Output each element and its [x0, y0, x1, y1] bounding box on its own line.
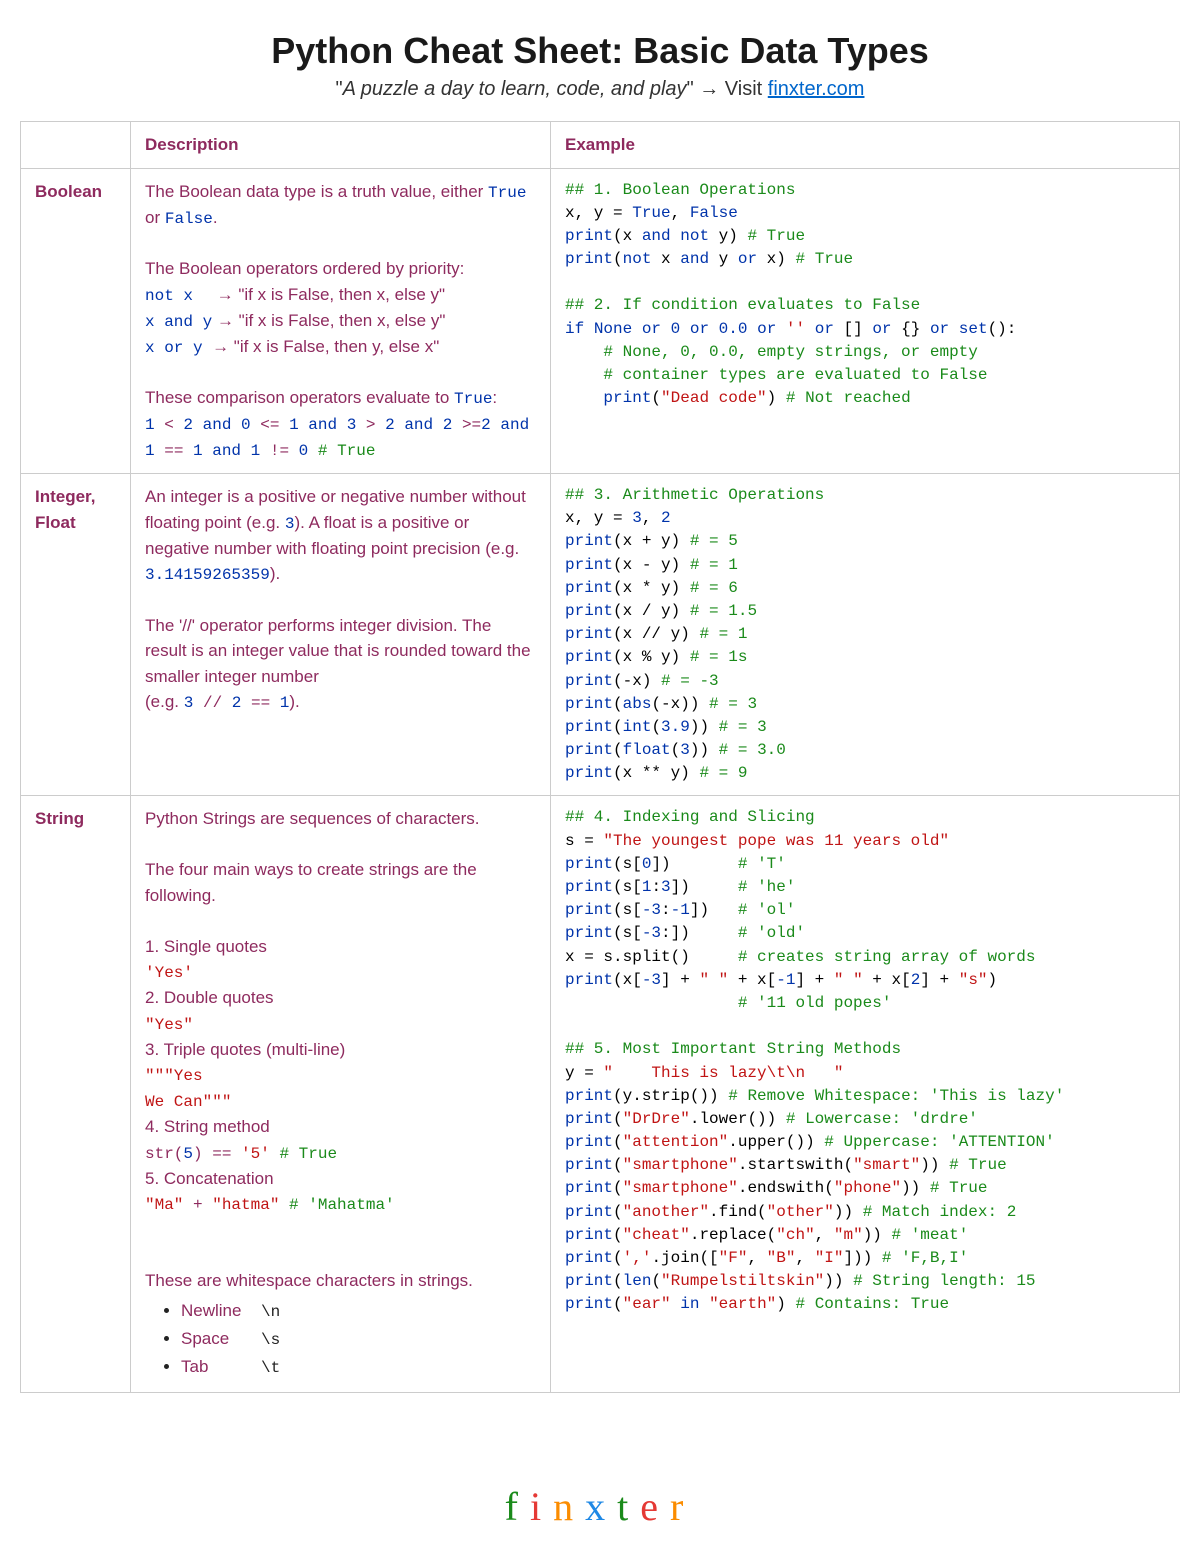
cheatsheet-table: Description Example Boolean The Boolean … [20, 121, 1180, 1393]
subtitle: "A puzzle a day to learn, code, and play… [20, 78, 1180, 101]
table-row: Boolean The Boolean data type is a truth… [21, 168, 1180, 474]
finxter-link[interactable]: finxter.com [768, 78, 865, 100]
code-block: ## 3. Arithmetic Operations x, y = 3, 2 … [565, 484, 1165, 785]
row-example-string: ## 4. Indexing and Slicing s = "The youn… [551, 796, 1180, 1393]
row-example-boolean: ## 1. Boolean Operations x, y = True, Fa… [551, 168, 1180, 474]
code-block: ## 1. Boolean Operations x, y = True, Fa… [565, 179, 1165, 411]
subtitle-visit: → Visit [694, 78, 768, 100]
row-desc-intfloat: An integer is a positive or negative num… [131, 474, 551, 796]
subtitle-quote: A puzzle a day to learn, code, and play [343, 78, 687, 100]
list-item: Tab\t [181, 1354, 536, 1380]
list-item: Space\s [181, 1326, 536, 1352]
table-row: Integer, Float An integer is a positive … [21, 474, 1180, 796]
row-name-intfloat: Integer, Float [21, 474, 131, 796]
page-title: Python Cheat Sheet: Basic Data Types [20, 30, 1180, 72]
footer-logo: finxter [20, 1483, 1180, 1530]
table-row: String Python Strings are sequences of c… [21, 796, 1180, 1393]
list-item: Newline\n [181, 1298, 536, 1324]
row-desc-string: Python Strings are sequences of characte… [131, 796, 551, 1393]
header-blank [21, 122, 131, 169]
header-description: Description [131, 122, 551, 169]
header-example: Example [551, 122, 1180, 169]
row-example-intfloat: ## 3. Arithmetic Operations x, y = 3, 2 … [551, 474, 1180, 796]
row-desc-boolean: The Boolean data type is a truth value, … [131, 168, 551, 474]
row-name-string: String [21, 796, 131, 1393]
code-block: ## 4. Indexing and Slicing s = "The youn… [565, 806, 1165, 1316]
whitespace-list: Newline\n Space\s Tab\t [181, 1298, 536, 1380]
row-name-boolean: Boolean [21, 168, 131, 474]
